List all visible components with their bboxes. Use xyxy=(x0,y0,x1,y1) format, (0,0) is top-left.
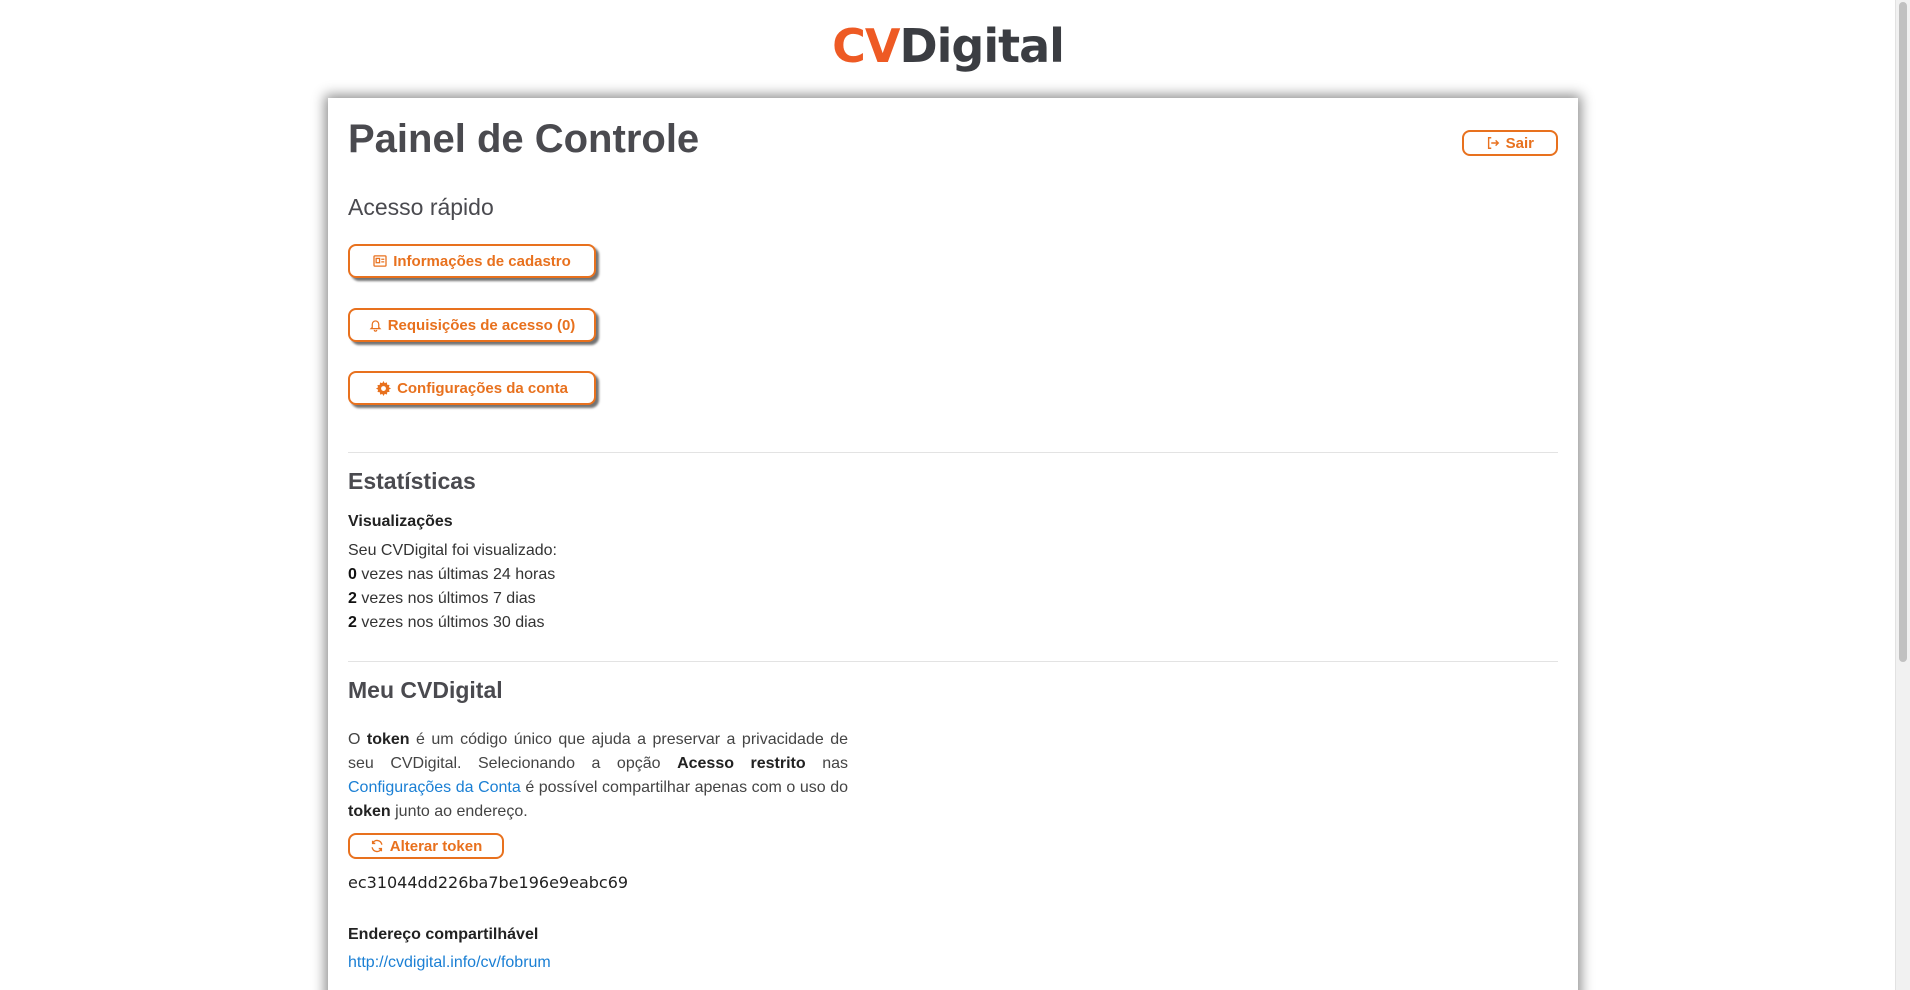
divider xyxy=(348,452,1558,453)
page: CVDigital Sair Painel de Controle Acesso… xyxy=(0,0,1910,990)
token-description: O token é um código único que ajuda a pr… xyxy=(348,728,848,824)
views-count: 2 xyxy=(348,590,357,607)
views-text: vezes nos últimos 7 dias xyxy=(356,590,536,607)
id-card-icon xyxy=(373,255,387,267)
text-bold: Acesso restrito xyxy=(677,755,806,772)
quick-access-title: Acesso rápido xyxy=(348,194,494,220)
views-count: 2 xyxy=(348,614,357,631)
views-label: Visualizações xyxy=(348,513,453,530)
text-bold: token xyxy=(348,803,391,820)
account-settings-link[interactable]: Configurações da Conta xyxy=(348,779,521,796)
divider xyxy=(348,661,1558,662)
bell-icon xyxy=(369,318,382,332)
logo-digital: Digital xyxy=(899,19,1064,73)
statistics-title: Estatísticas xyxy=(348,468,476,494)
logo-cv: CV xyxy=(832,19,900,73)
refresh-icon xyxy=(370,839,384,853)
views-text: vezes nos últimos 30 dias xyxy=(356,614,545,631)
views-count: 0 xyxy=(348,566,357,583)
views-row-7d: 2 vezes nos últimos 7 dias xyxy=(348,590,536,608)
text-bold: token xyxy=(366,731,410,748)
registration-info-label: Informações de cadastro xyxy=(393,252,571,270)
text-segment: nas xyxy=(805,755,849,772)
dashboard-panel: Sair Painel de Controle Acesso rápido In… xyxy=(328,98,1578,990)
account-settings-button[interactable]: Configurações da conta xyxy=(348,371,596,405)
share-url-link[interactable]: http://cvdigital.info/cv/fobrum xyxy=(348,954,551,972)
scrollbar[interactable] xyxy=(1895,0,1910,990)
account-settings-label: Configurações da conta xyxy=(397,379,568,397)
registration-info-button[interactable]: Informações de cadastro xyxy=(348,244,596,278)
gear-icon xyxy=(376,380,392,396)
scrollbar-thumb[interactable] xyxy=(1899,2,1907,662)
views-row-30d: 2 vezes nos últimos 30 dias xyxy=(348,614,545,632)
views-row-24h: 0 vezes nas últimas 24 horas xyxy=(348,566,555,584)
share-address-label: Endereço compartilhável xyxy=(348,926,539,943)
my-cvdigital-title: Meu CVDigital xyxy=(348,677,503,703)
change-token-label: Alterar token xyxy=(389,837,483,855)
views-text: vezes nas últimas 24 horas xyxy=(356,566,556,583)
text-segment: junto ao endereço. xyxy=(390,803,528,820)
token-value: ec31044dd226ba7be196e9eabc69 xyxy=(348,873,629,892)
views-intro: Seu CVDigital foi visualizado: xyxy=(348,542,557,559)
text-segment: é possível compartilhar apenas com o uso… xyxy=(520,779,848,796)
access-requests-button[interactable]: Requisições de acesso (0) xyxy=(348,308,596,342)
cvdigital-logo[interactable]: CVDigital xyxy=(0,18,1896,74)
change-token-button[interactable]: Alterar token xyxy=(348,833,504,859)
panel-content: Painel de Controle Acesso rápido Informa… xyxy=(348,117,1558,971)
access-requests-label: Requisições de acesso (0) xyxy=(387,316,576,334)
page-title: Painel de Controle xyxy=(348,117,700,161)
text-segment: O xyxy=(348,731,367,748)
